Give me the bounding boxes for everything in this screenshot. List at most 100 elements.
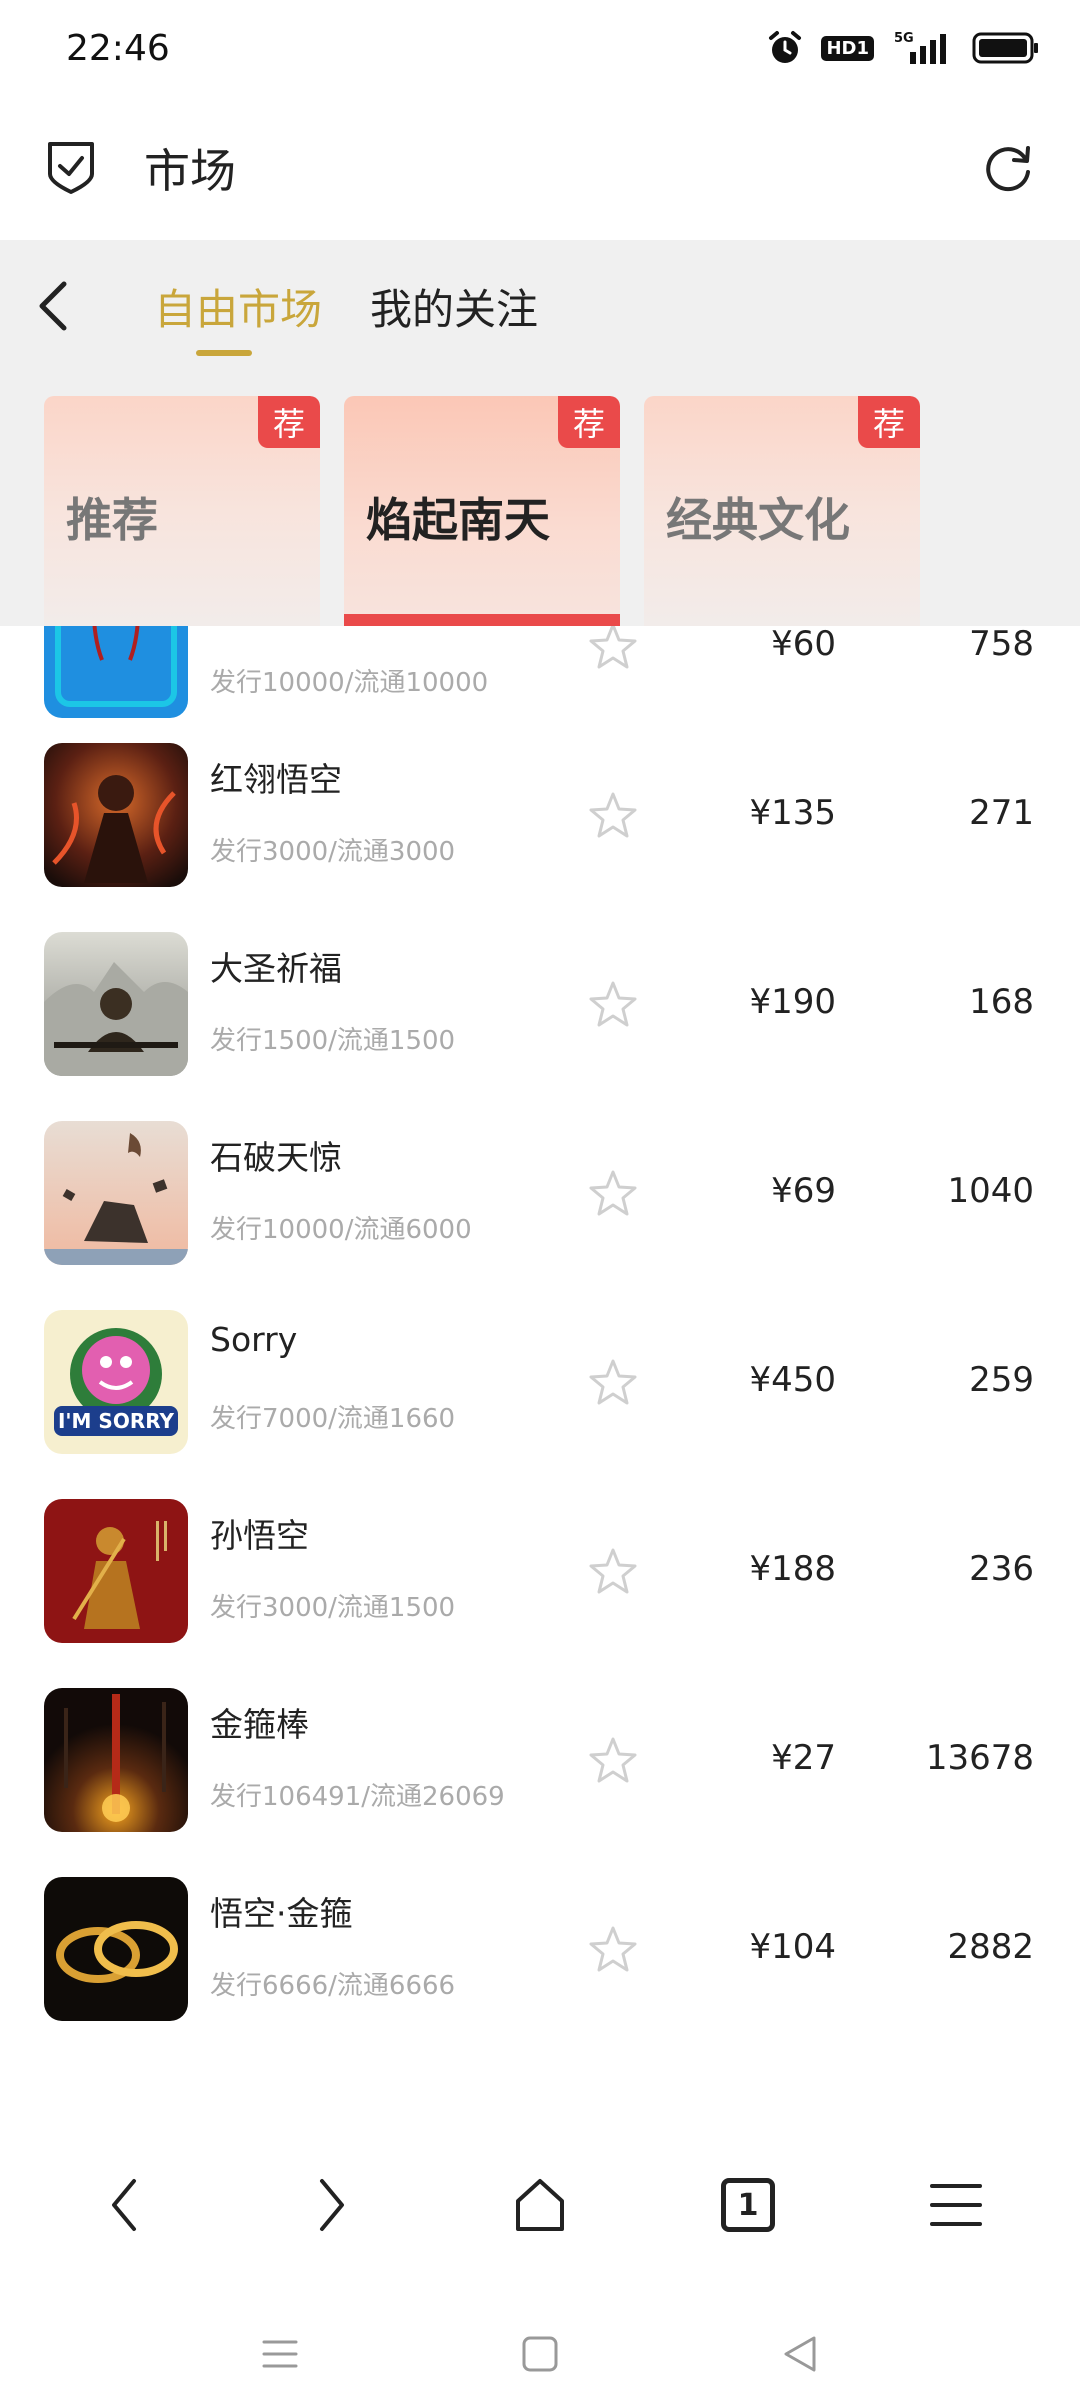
star-icon[interactable] xyxy=(586,620,640,674)
active-tab-indicator xyxy=(196,350,252,356)
status-bar: 22:46 HD1 5G xyxy=(0,0,1080,96)
item-count: 758 xyxy=(969,624,1034,664)
status-time: 22:46 xyxy=(66,27,170,69)
list-item[interactable]: 金箍棒 发行106491/流通26069 ¥27 13678 xyxy=(0,1688,1080,1877)
battery-icon xyxy=(972,32,1038,64)
list-item[interactable]: 大圣祈福 发行1500/流通1500 ¥190 168 xyxy=(0,932,1080,1121)
menu-icon xyxy=(930,2184,982,2226)
meditating-monkey-image xyxy=(44,932,188,1076)
browser-menu-button[interactable] xyxy=(916,2165,996,2245)
item-issue: 发行10000/流通10000 xyxy=(210,668,489,698)
active-category-bar xyxy=(344,614,620,626)
star-icon[interactable] xyxy=(586,789,640,843)
browser-home-button[interactable] xyxy=(500,2165,580,2245)
tab-my-follows[interactable]: 我的关注 xyxy=(370,276,538,337)
item-count: 259 xyxy=(969,1360,1034,1400)
item-thumbnail xyxy=(44,743,188,887)
market-panel: 自由市场 我的关注 推荐 荐 焰起南天 荐 经典文化 荐 xyxy=(0,240,1080,626)
item-issue: 发行10000/流通6000 xyxy=(210,1215,472,1245)
category-label: 推荐 xyxy=(66,493,158,547)
page-title: 市场 xyxy=(144,144,236,198)
chevron-left-icon xyxy=(112,2179,136,2231)
status-icons: HD1 5G xyxy=(767,30,1040,66)
list-item[interactable]: 孙悟空 发行3000/流通1500 ¥188 236 xyxy=(0,1499,1080,1688)
list-item[interactable]: I'M SORRY Sorry 发行7000/流通1660 ¥450 259 xyxy=(0,1310,1080,1499)
item-count: 168 xyxy=(969,982,1034,1022)
recommend-badge: 荐 xyxy=(558,396,620,448)
tab-count: 1 xyxy=(721,2178,775,2232)
item-thumbnail: I'M SORRY xyxy=(44,1310,188,1454)
item-price: ¥190 xyxy=(749,982,836,1022)
browser-back-button[interactable] xyxy=(84,2165,164,2245)
item-issue: 发行1500/流通1500 xyxy=(210,1026,456,1056)
item-name: 悟空·金箍 xyxy=(210,1894,353,1933)
item-price: ¥135 xyxy=(749,793,836,833)
item-name: 石破天惊 xyxy=(210,1138,342,1177)
market-tabs: 自由市场 我的关注 xyxy=(0,240,1080,370)
item-price: ¥450 xyxy=(749,1360,836,1400)
fire-warrior-image xyxy=(44,743,188,887)
star-icon[interactable] xyxy=(586,1545,640,1599)
alarm-icon xyxy=(769,31,802,63)
star-icon[interactable] xyxy=(586,978,640,1032)
star-icon[interactable] xyxy=(586,1734,640,1788)
refresh-icon[interactable] xyxy=(980,140,1036,196)
recommend-badge: 荐 xyxy=(858,396,920,448)
item-count: 13678 xyxy=(925,1738,1034,1778)
list-item[interactable]: 石破天惊 发行10000/流通6000 ¥69 1040 xyxy=(0,1121,1080,1310)
system-nav-bar xyxy=(0,2300,1080,2408)
star-icon[interactable] xyxy=(586,1356,640,1410)
chevron-right-icon xyxy=(320,2179,344,2231)
item-issue: 发行7000/流通1660 xyxy=(210,1404,456,1434)
shield-check-icon[interactable] xyxy=(44,140,98,196)
list-item[interactable]: 悟空·金箍 发行6666/流通6666 ¥104 2882 xyxy=(0,1877,1080,2066)
item-issue: 发行106491/流通26069 xyxy=(210,1782,505,1812)
golden-rings-image xyxy=(44,1877,188,2021)
item-count: 2882 xyxy=(947,1927,1034,1967)
back-triangle-icon[interactable] xyxy=(780,2334,820,2374)
recommend-badge: 荐 xyxy=(258,396,320,448)
star-icon[interactable] xyxy=(586,1167,640,1221)
rock-burst-image xyxy=(44,1121,188,1265)
category-card-classic-culture[interactable]: 经典文化 荐 xyxy=(644,396,920,626)
list-item[interactable]: 红翎悟空 发行3000/流通3000 ¥135 271 xyxy=(0,743,1080,932)
im-sorry-logo-image: I'M SORRY xyxy=(44,1310,188,1454)
category-card-recommended[interactable]: 推荐 荐 xyxy=(44,396,320,626)
svg-text:I'M SORRY: I'M SORRY xyxy=(58,1409,175,1433)
home-square-icon[interactable] xyxy=(520,2334,560,2374)
item-thumbnail xyxy=(44,1499,188,1643)
recent-apps-icon[interactable] xyxy=(260,2334,300,2374)
category-label: 焰起南天 xyxy=(366,493,550,547)
red-monkey-king-image xyxy=(44,1499,188,1643)
item-name: 金箍棒 xyxy=(210,1705,309,1744)
item-name: 大圣祈福 xyxy=(210,949,342,988)
browser-forward-button[interactable] xyxy=(292,2165,372,2245)
item-price: ¥69 xyxy=(771,1171,836,1211)
item-price: ¥104 xyxy=(749,1927,836,1967)
browser-toolbar: 1 xyxy=(0,2140,1080,2270)
item-price: ¥60 xyxy=(771,624,836,664)
app-header: 市场 xyxy=(0,96,1080,240)
item-name: 孙悟空 xyxy=(210,1516,309,1555)
item-name: Sorry xyxy=(210,1320,298,1359)
item-count: 1040 xyxy=(947,1171,1034,1211)
hd-badge: HD1 xyxy=(821,35,874,61)
star-icon[interactable] xyxy=(586,1923,640,1977)
item-price: ¥188 xyxy=(749,1549,836,1589)
item-issue: 发行3000/流通1500 xyxy=(210,1593,456,1623)
item-name: 红翎悟空 xyxy=(210,760,342,799)
item-thumbnail xyxy=(44,1688,188,1832)
item-count: 236 xyxy=(969,1549,1034,1589)
item-issue: 发行6666/流通6666 xyxy=(210,1971,456,2001)
svg-text:5G: 5G xyxy=(894,31,914,46)
category-card-yanqi-nantian[interactable]: 焰起南天 荐 xyxy=(344,396,620,626)
back-arrow-icon[interactable] xyxy=(34,278,70,334)
browser-tabs-button[interactable]: 1 xyxy=(708,2165,788,2245)
tab-free-market[interactable]: 自由市场 xyxy=(154,276,322,337)
item-thumbnail xyxy=(44,1121,188,1265)
category-label: 经典文化 xyxy=(666,493,850,547)
golden-staff-image xyxy=(44,1688,188,1832)
item-price: ¥27 xyxy=(771,1738,836,1778)
item-thumbnail xyxy=(44,1877,188,2021)
item-count: 271 xyxy=(969,793,1034,833)
